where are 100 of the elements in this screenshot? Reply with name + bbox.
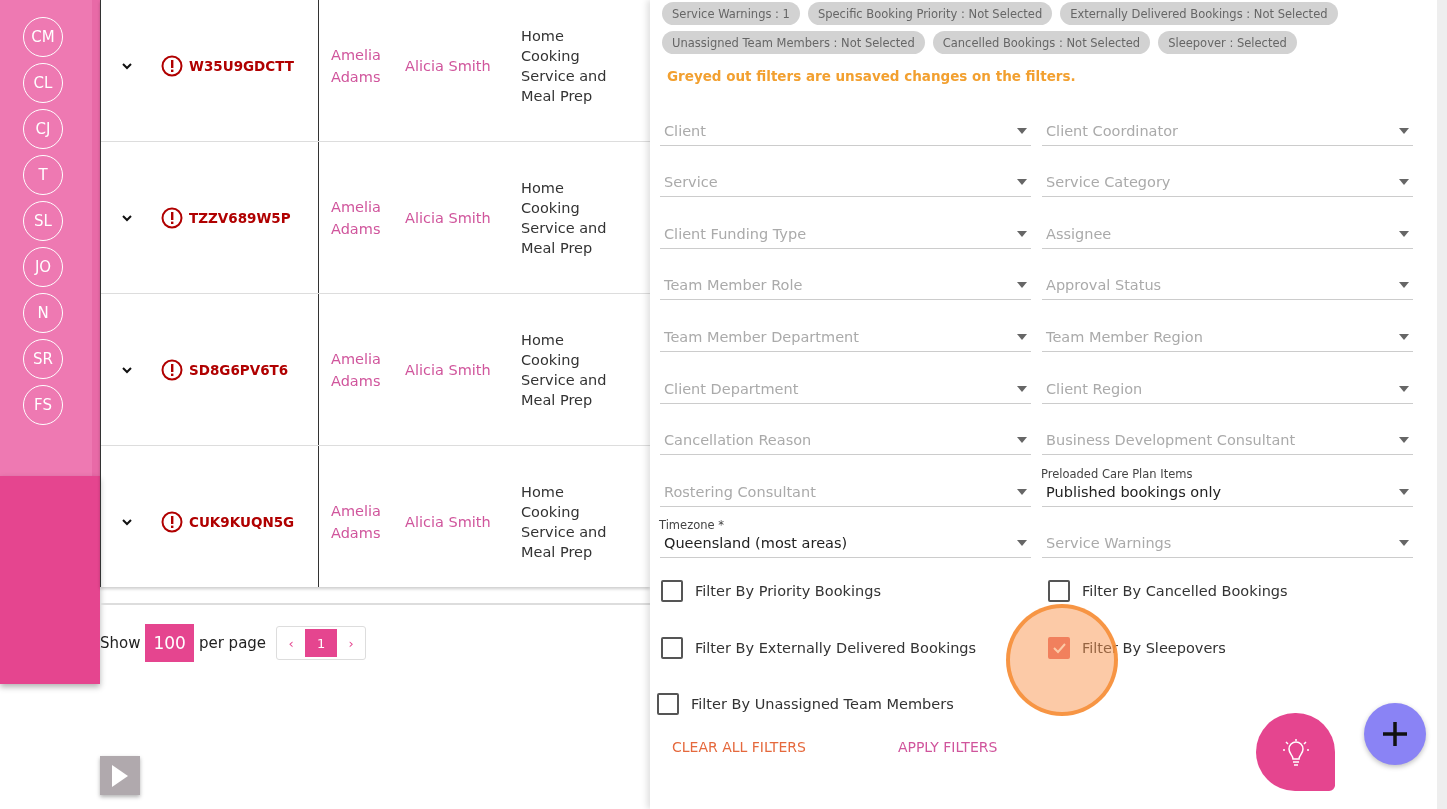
field-placeholder: Team Member Department — [664, 328, 859, 345]
client-name[interactable]: Amelia Adams — [319, 43, 405, 88]
checkbox[interactable] — [657, 692, 679, 715]
page-button[interactable]: 1 — [305, 629, 338, 657]
checkbox-label[interactable]: Filter By Priority Bookings — [695, 582, 881, 599]
dropdown-field[interactable]: Timezone * Queensland (most areas) — [660, 506, 1031, 559]
dropdown-field[interactable]: Client Department — [660, 351, 1031, 404]
dropdown-caret-icon — [1017, 488, 1027, 495]
filter-chip[interactable]: Externally Delivered Bookings : Not Selected — [1060, 2, 1338, 25]
expand-button[interactable] — [121, 517, 133, 526]
field-placeholder: Service Warnings — [1046, 535, 1172, 552]
field-placeholder: Service — [664, 174, 718, 191]
dropdown-caret-icon — [1017, 385, 1027, 392]
chevron-down-icon — [121, 517, 133, 526]
checkbox[interactable] — [661, 579, 683, 602]
field-label: Timezone * — [659, 518, 725, 533]
client-name[interactable]: Amelia Adams — [319, 347, 405, 392]
client-name[interactable]: Amelia Adams — [319, 195, 405, 240]
checkbox[interactable] — [1048, 636, 1070, 659]
dropdown-field[interactable]: Preloaded Care Plan Items Published bookings only — [1042, 455, 1413, 507]
per-page-select[interactable]: 100 — [145, 624, 194, 662]
service-name: Home Cooking Service and Meal Prep — [520, 330, 608, 410]
field-placeholder: Client Region — [1046, 380, 1143, 397]
dropdown-caret-icon — [1399, 540, 1409, 547]
dropdown-caret-icon — [1017, 230, 1027, 237]
dropdown-field[interactable]: Service Category — [1042, 145, 1413, 198]
filter-chip[interactable]: Specific Booking Priority : Not Selected — [807, 2, 1053, 25]
dropdown-field[interactable]: Approval Status — [1042, 248, 1413, 301]
dropdown-caret-icon — [1017, 437, 1027, 444]
dropdown-field[interactable]: Business Development Consultant — [1042, 403, 1413, 456]
service-name: Home Cooking Service and Meal Prep — [520, 178, 608, 258]
coordinator-name[interactable]: Alicia Smith — [405, 361, 517, 378]
dropdown-caret-icon — [1399, 488, 1409, 495]
expand-button[interactable] — [121, 213, 133, 222]
dropdown-caret-icon — [1017, 333, 1027, 340]
dropdown-caret-icon — [1017, 127, 1027, 134]
dropdown-field[interactable]: Cancellation Reason — [660, 403, 1031, 456]
unsaved-notice: Greyed out filters are unsaved changes on the filters. — [667, 68, 1077, 84]
dropdown-caret-icon — [1399, 230, 1409, 237]
chevron-down-icon — [121, 213, 133, 222]
dropdown-field[interactable]: Client Region — [1042, 351, 1413, 404]
checkbox[interactable] — [661, 636, 683, 659]
play-icon — [110, 763, 130, 788]
field-value: Published bookings only — [1046, 483, 1222, 500]
dropdown-field[interactable]: Team Member Department — [660, 300, 1031, 352]
field-label: Preloaded Care Plan Items — [1041, 466, 1194, 481]
checkbox[interactable] — [1048, 579, 1070, 602]
dropdown-field[interactable]: Client Funding Type — [660, 197, 1031, 249]
dropdown-field[interactable]: Client — [660, 94, 1031, 146]
filter-chip[interactable]: Sleepover : Selected — [1158, 31, 1297, 54]
booking-id[interactable]: TZZV689W5P — [189, 209, 291, 226]
clear-filters-button[interactable]: CLEAR ALL FILTERS — [672, 731, 806, 764]
expand-button[interactable] — [121, 365, 133, 374]
warning-icon — [161, 358, 183, 381]
dropdown-caret-icon — [1399, 282, 1409, 289]
field-placeholder: Assignee — [1046, 225, 1112, 242]
booking-id[interactable]: CUK9KUQN5G — [189, 513, 295, 530]
apply-filters-button[interactable]: APPLY FILTERS — [897, 731, 998, 764]
filter-chip[interactable]: Unassigned Team Members : Not Selected — [662, 31, 925, 54]
coordinator-name[interactable]: Alicia Smith — [405, 57, 517, 74]
dropdown-field[interactable]: Rostering Consultant — [660, 455, 1031, 507]
service-name: Home Cooking Service and Meal Prep — [520, 482, 608, 562]
dropdown-caret-icon — [1399, 385, 1409, 392]
field-placeholder: Team Member Region — [1046, 328, 1203, 345]
dropdown-caret-icon — [1017, 282, 1027, 289]
chevron-down-icon — [121, 61, 133, 70]
dropdown-field[interactable]: Team Member Role — [660, 248, 1031, 301]
warning-icon — [161, 54, 183, 77]
dropdown-caret-icon — [1399, 437, 1409, 444]
chevron-down-icon — [121, 365, 133, 374]
field-placeholder: Rostering Consultant — [664, 483, 816, 500]
field-placeholder: Team Member Role — [664, 277, 803, 294]
warning-icon — [161, 206, 183, 229]
coordinator-name[interactable]: Alicia Smith — [405, 513, 517, 530]
dropdown-caret-icon — [1017, 179, 1027, 186]
checkbox-label[interactable]: Filter By Cancelled Bookings — [1082, 582, 1288, 599]
coordinator-name[interactable]: Alicia Smith — [405, 209, 517, 226]
field-placeholder: Business Development Consultant — [1046, 432, 1296, 449]
booking-id[interactable]: SD8G6PV6T6 — [189, 361, 289, 378]
per-page-label: per page — [198, 634, 267, 652]
field-placeholder: Cancellation Reason — [664, 432, 812, 449]
booking-id[interactable]: W35U9GDCTT — [189, 57, 294, 74]
warning-icon — [161, 510, 183, 533]
checkbox-label[interactable]: Filter By Unassigned Team Members — [691, 695, 954, 712]
checkbox-label[interactable]: Filter By Externally Delivered Bookings — [695, 639, 977, 656]
filter-chip[interactable]: Cancelled Bookings : Not Selected — [932, 31, 1151, 54]
lightbulb-icon — [1282, 738, 1309, 766]
dropdown-field[interactable]: Team Member Region — [1042, 300, 1413, 352]
service-name: Home Cooking Service and Meal Prep — [520, 26, 608, 106]
dropdown-field[interactable]: Service Warnings — [1042, 506, 1413, 559]
dropdown-caret-icon — [1399, 179, 1409, 186]
dropdown-caret-icon — [1399, 127, 1409, 134]
dropdown-caret-icon — [1399, 333, 1409, 340]
client-name[interactable]: Amelia Adams — [319, 499, 405, 544]
expand-button[interactable] — [121, 61, 133, 70]
checkbox-label[interactable]: Filter By Sleepovers — [1082, 639, 1226, 656]
filter-chip[interactable]: Service Warnings : 1 — [662, 2, 800, 25]
dropdown-field[interactable]: Service — [660, 145, 1031, 198]
dropdown-field[interactable]: Assignee — [1042, 197, 1413, 249]
dropdown-field[interactable]: Client Coordinator — [1042, 94, 1413, 146]
